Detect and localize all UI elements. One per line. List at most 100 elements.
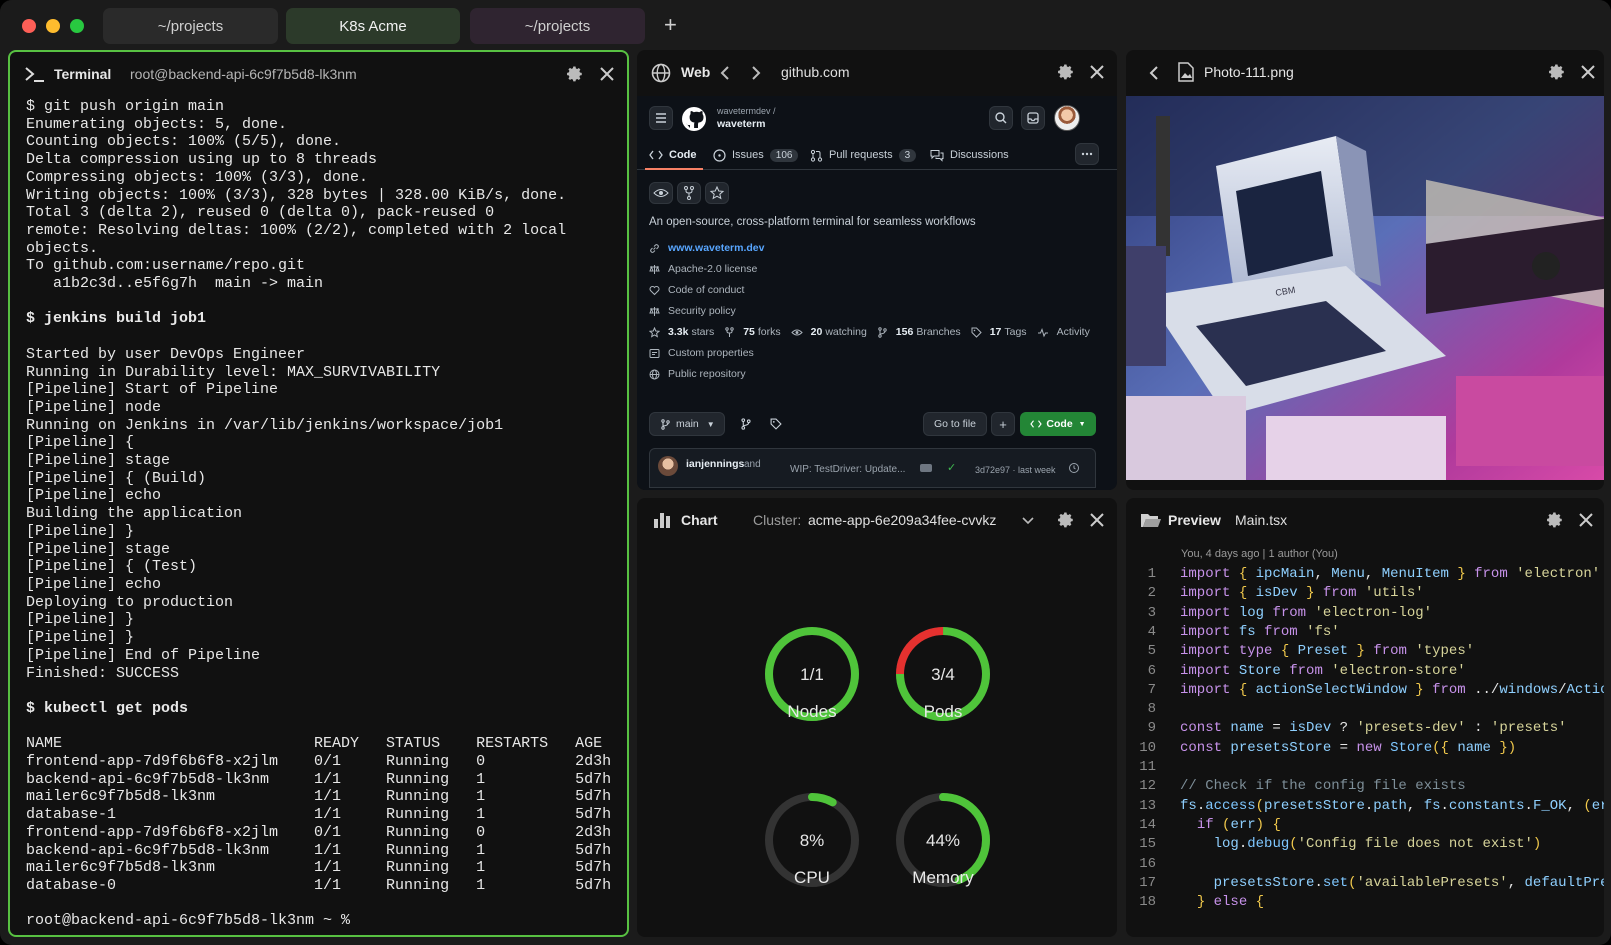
tab-pull-requests[interactable]: Pull requests 3 xyxy=(810,145,917,165)
conduct-link[interactable]: Code of conduct xyxy=(649,284,744,296)
watching-label: watching xyxy=(825,326,867,338)
inbox-button[interactable] xyxy=(1021,106,1045,130)
more-options-button[interactable] xyxy=(1075,143,1099,165)
cluster-label: Cluster: xyxy=(753,512,802,528)
forward-icon[interactable] xyxy=(750,65,762,81)
cluster-select[interactable]: acme-app-6e209a34fee-cvvkz xyxy=(808,512,996,528)
new-tab-button[interactable]: + xyxy=(664,12,677,38)
code-text: import { ipcMain, Menu, MenuItem } from … xyxy=(1180,566,1601,582)
tab-projects-2[interactable]: ~/projects xyxy=(470,8,645,44)
tab-discussions-label: Discussions xyxy=(950,149,1009,161)
terminal-line: [Pipeline] stage xyxy=(26,540,171,558)
zoom-window-button[interactable] xyxy=(70,19,84,33)
chart-header: Chart Cluster: acme-app-6e209a34fee-cvvk… xyxy=(637,498,1117,544)
line-number: 6 xyxy=(1147,662,1156,679)
stars-count[interactable]: 3.3k xyxy=(668,326,688,338)
commit-author[interactable]: ianjennings xyxy=(686,458,744,470)
close-icon[interactable] xyxy=(598,65,616,83)
web-panel: Web github.com wavetermdev / waveterm Co… xyxy=(637,50,1117,490)
terminal-line: objects. xyxy=(26,239,99,257)
gear-icon[interactable] xyxy=(566,65,584,83)
line-number: 5 xyxy=(1147,643,1156,660)
branches-icon[interactable] xyxy=(740,418,752,430)
code-text: log.debug('Config file does not exist') xyxy=(1213,836,1542,853)
search-button[interactable] xyxy=(989,106,1013,130)
tab-issues-label: Issues xyxy=(732,149,764,161)
avatar[interactable] xyxy=(1054,105,1080,131)
commit-message[interactable]: WIP: TestDriver: Update... xyxy=(790,464,905,475)
fork-button[interactable] xyxy=(677,182,701,204)
tags-count[interactable]: 17 xyxy=(990,326,1002,338)
branch-select[interactable]: main ▼ xyxy=(649,412,725,436)
gear-icon[interactable] xyxy=(1546,511,1564,529)
minimize-window-button[interactable] xyxy=(46,19,60,33)
forks-label: forks xyxy=(757,326,781,338)
menu-button[interactable] xyxy=(649,106,673,130)
tab-code-underline xyxy=(645,168,703,170)
line-number: 10 xyxy=(1139,739,1156,756)
tab-projects-1[interactable]: ~/projects xyxy=(103,8,278,44)
activity-link[interactable]: Activity xyxy=(1057,326,1090,338)
chevron-down-icon: ▼ xyxy=(1078,420,1086,428)
gear-icon[interactable] xyxy=(1548,63,1566,81)
terminal-panel[interactable]: Terminal root@backend-api-6c9f7b5d8-lk3n… xyxy=(8,50,629,937)
github-logo-icon[interactable] xyxy=(681,106,707,132)
security-link[interactable]: Security policy xyxy=(649,305,736,317)
tab-discussions[interactable]: Discussions xyxy=(930,145,1009,165)
add-file-button[interactable]: + xyxy=(991,412,1015,436)
code-text: // Check if the config file exists xyxy=(1180,778,1466,795)
add-file-label: + xyxy=(999,416,1007,432)
code-text: if (err) { xyxy=(1196,816,1281,833)
close-icon[interactable] xyxy=(1577,511,1595,529)
tab-code[interactable]: Code xyxy=(649,145,697,165)
terminal-line: Running on Jenkins in /var/lib/jenkins/w… xyxy=(26,416,504,434)
code-text: } else { xyxy=(1196,894,1265,911)
custom-properties-link[interactable]: Custom properties xyxy=(649,347,754,359)
close-icon[interactable] xyxy=(1088,63,1106,81)
gauge-value-text: 3/4 xyxy=(931,665,955,684)
public-repository-label: Public repository xyxy=(649,368,746,380)
title-bar: ~/projects K8s Acme ~/projects + xyxy=(0,0,1611,50)
latest-commit-row[interactable]: ianjennings and WIP: TestDriver: Update.… xyxy=(649,448,1096,488)
back-icon[interactable] xyxy=(1148,65,1160,81)
repo-owner[interactable]: wavetermdev / xyxy=(717,106,776,116)
back-icon[interactable] xyxy=(719,65,731,81)
terminal-line: Running in Durability level: MAX_SURVIVA… xyxy=(26,363,441,381)
github-page: wavetermdev / waveterm Code Issues 106 P… xyxy=(637,96,1117,490)
gauge-label-pods: Pods xyxy=(923,702,963,721)
branches-count[interactable]: 156 xyxy=(896,326,914,338)
code-text: const name = isDev ? 'presets-dev' : 'pr… xyxy=(1180,720,1567,737)
kebab-icon xyxy=(1081,152,1093,156)
check-icon: ✓ xyxy=(947,462,957,474)
close-window-button[interactable] xyxy=(22,19,36,33)
search-icon xyxy=(995,112,1007,124)
issue-icon xyxy=(713,148,726,162)
website-link[interactable]: www.waveterm.dev xyxy=(649,242,764,254)
tag-icon[interactable] xyxy=(770,418,782,430)
close-icon[interactable] xyxy=(1088,511,1106,529)
terminal-line: database-1 1/1 Running 1 5d7h xyxy=(26,806,612,824)
code-dropdown-button[interactable]: Code ▼ xyxy=(1020,412,1096,436)
tab-issues[interactable]: Issues 106 xyxy=(713,145,799,165)
chevron-down-icon[interactable] xyxy=(1022,516,1034,526)
gear-icon[interactable] xyxy=(1057,511,1075,529)
tab-k8s-acme[interactable]: K8s Acme xyxy=(286,8,460,44)
star-button[interactable] xyxy=(705,182,729,204)
license-link[interactable]: Apache-2.0 license xyxy=(649,263,757,275)
close-icon[interactable] xyxy=(1579,63,1597,81)
url-field[interactable]: github.com xyxy=(781,64,849,80)
history-icon[interactable] xyxy=(1068,462,1080,474)
ellipsis-icon[interactable] xyxy=(920,464,932,472)
watch-button[interactable] xyxy=(649,182,673,204)
go-to-file-button[interactable]: Go to file xyxy=(923,412,987,436)
gear-icon[interactable] xyxy=(1057,63,1075,81)
repo-name[interactable]: waveterm xyxy=(717,118,765,130)
branch-icon xyxy=(661,418,670,430)
watching-count[interactable]: 20 xyxy=(811,326,823,338)
terminal-output[interactable]: $ git push origin main Enumerating objec… xyxy=(26,98,611,930)
photo-panel: Photo-111.png CBM xyxy=(1126,50,1604,490)
go-to-file-label: Go to file xyxy=(933,418,977,430)
tag-icon xyxy=(971,327,982,338)
line-number: 11 xyxy=(1139,759,1156,775)
forks-count[interactable]: 75 xyxy=(743,326,755,338)
